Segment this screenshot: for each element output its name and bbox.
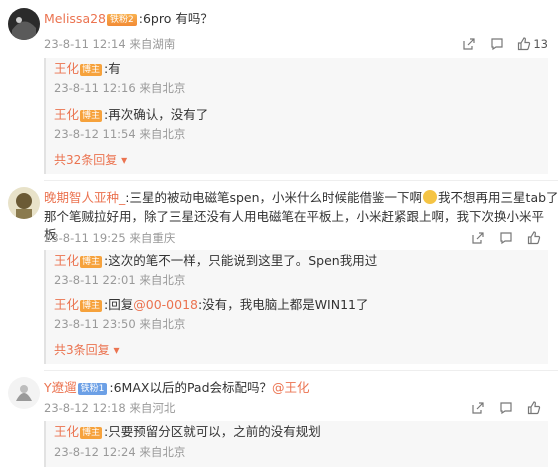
comment-actions: 13 — [455, 36, 548, 52]
comment-icon[interactable] — [492, 400, 520, 416]
divider — [44, 370, 558, 371]
reply-username[interactable]: 王化 — [54, 253, 79, 268]
reply-item: 王化 博主:这次的笔不一样，只能说到这里了。Spen我用过 — [54, 252, 544, 270]
comment-icon[interactable] — [483, 36, 511, 52]
emoji-icon — [423, 190, 438, 204]
chevron-down-icon: ▾ — [113, 343, 120, 357]
reply-meta: 23-8-11 22:01 来自北京 — [54, 273, 186, 287]
comment-text: 晚期智人亚种_:三星的被动电磁笔spen，小米什么时候能借鉴一下啊 我不想再用三星… — [44, 189, 558, 207]
comment-body: :三星的被动电磁笔spen，小米什么时候能借鉴一下啊 — [125, 190, 423, 205]
comment-text: Y遼遛 铁粉1:6MAX以后的Pad会标配吗？@王化 — [44, 379, 548, 397]
chevron-down-icon: ▾ — [121, 153, 128, 167]
reply-list: 王化 博主:只要预留分区就可以，之前的没有规划 23-8-12 12:24 来自北… — [44, 421, 548, 467]
avatar[interactable] — [8, 187, 40, 219]
avatar[interactable] — [8, 377, 40, 409]
reply-list: 王化 博主:这次的笔不一样，只能说到这里了。Spen我用过 23-8-11 22:… — [44, 250, 548, 364]
reply-item: 王化 博主:再次确认，没有了 — [54, 106, 544, 124]
reply-item: 王化 博主:回复@00-0018:没有，我电脑上都是WIN11了 — [54, 296, 544, 314]
reply-body: :只要预留分区就可以，之前的没有规划 — [104, 424, 321, 439]
reply-body-post: :没有，我电脑上都是WIN11了 — [197, 297, 369, 312]
fan-badge: 铁粉2 — [107, 14, 137, 26]
more-replies-link[interactable]: 共3条回复 ▾ — [54, 342, 120, 358]
reply-body: :有 — [104, 61, 121, 76]
comment-meta: 23-8-11 12:14 来自湖南 — [44, 37, 176, 51]
reply-meta: 23-8-11 23:50 来自北京 — [54, 317, 186, 331]
more-replies-label: 共32条回复 — [54, 153, 118, 167]
comment-body-cont: 我不想再用三星tab了， — [438, 190, 558, 205]
reply-item: 王化 博主:有 — [54, 60, 544, 78]
divider — [44, 180, 558, 181]
mention-link[interactable]: @王化 — [272, 380, 310, 395]
reply-body-pre: :回复 — [104, 297, 134, 312]
host-badge: 博主 — [80, 427, 103, 439]
reply-meta: 23-8-12 12:24 来自北京 — [54, 445, 186, 459]
comment-actions — [464, 230, 548, 246]
reply-item: 王化 博主:只要预留分区就可以，之前的没有规划 — [54, 423, 544, 441]
host-badge: 博主 — [80, 256, 103, 268]
share-icon[interactable] — [455, 36, 483, 52]
comment-meta: 23-8-12 12:18 来自河北 — [44, 401, 176, 415]
fan-badge: 铁粉1 — [77, 383, 108, 395]
comment-actions — [464, 400, 548, 416]
like-icon[interactable] — [520, 400, 548, 416]
host-badge: 博主 — [80, 300, 103, 312]
mention-link[interactable]: @00-0018 — [133, 297, 198, 312]
comment-meta: 23-8-11 19:25 来自重庆 — [44, 231, 176, 245]
share-icon[interactable] — [464, 230, 492, 246]
like-count: 13 — [533, 37, 548, 51]
reply-username[interactable]: 王化 — [54, 61, 79, 76]
reply-body: :这次的笔不一样，只能说到这里了。Spen我用过 — [104, 253, 378, 268]
comment-body: :6pro 有吗？ — [138, 11, 213, 26]
reply-username[interactable]: 王化 — [54, 297, 79, 312]
reply-username[interactable]: 王化 — [54, 424, 79, 439]
reply-meta: 23-8-12 11:54 来自北京 — [54, 127, 186, 141]
reply-meta: 23-8-11 12:16 来自北京 — [54, 81, 186, 95]
like-icon[interactable] — [520, 230, 548, 246]
reply-list: 王化 博主:有 23-8-11 12:16 来自北京 王化 博主:再次确认，没有了 … — [44, 58, 548, 174]
comment-text: Melissa28 铁粉2:6pro 有吗？ — [44, 10, 548, 28]
comment-username[interactable]: 晚期智人亚种_ — [44, 190, 125, 205]
more-replies-label: 共3条回复 — [54, 343, 110, 357]
more-replies-link[interactable]: 共32条回复 ▾ — [54, 152, 127, 168]
reply-username[interactable]: 王化 — [54, 107, 79, 122]
reply-body: :再次确认，没有了 — [104, 107, 209, 122]
comment-body: :6MAX以后的Pad会标配吗？ — [109, 380, 273, 395]
host-badge: 博主 — [80, 110, 103, 122]
comment-username[interactable]: Y遼遛 — [44, 380, 77, 395]
comment-icon[interactable] — [492, 230, 520, 246]
comment-username[interactable]: Melissa28 — [44, 11, 106, 26]
share-icon[interactable] — [464, 400, 492, 416]
avatar[interactable] — [8, 8, 40, 40]
host-badge: 博主 — [80, 64, 103, 76]
like-icon[interactable]: 13 — [511, 36, 548, 52]
